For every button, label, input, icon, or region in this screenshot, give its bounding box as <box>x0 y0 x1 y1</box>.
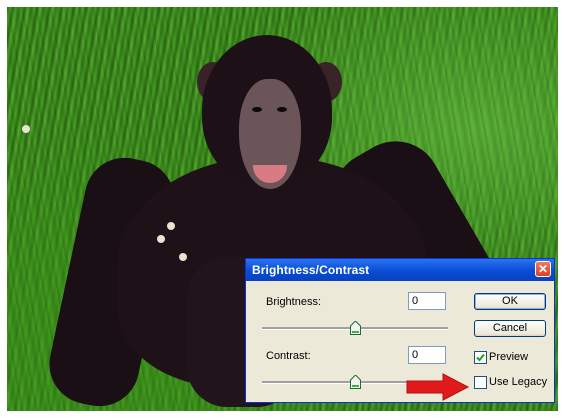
brightness-slider-thumb-icon[interactable] <box>349 321 361 335</box>
screenshot-stage: Brightness/Contrast ✕ Brightness: 0 Cont… <box>0 0 565 418</box>
dialog-title: Brightness/Contrast <box>252 263 370 277</box>
use-legacy-checkbox[interactable] <box>474 376 487 389</box>
red-arrow-icon <box>406 373 470 401</box>
chimp-left-eye <box>252 107 262 112</box>
preview-checkbox[interactable] <box>474 351 487 364</box>
white-flower <box>157 235 165 243</box>
cancel-button[interactable]: Cancel <box>474 320 546 337</box>
close-button[interactable]: ✕ <box>535 261 551 277</box>
white-flower <box>22 125 30 133</box>
white-flower <box>179 253 187 261</box>
preview-label: Preview <box>489 351 529 363</box>
contrast-input[interactable]: 0 <box>408 346 446 364</box>
checkmark-icon <box>476 353 485 362</box>
contrast-slider-thumb-icon[interactable] <box>349 375 361 389</box>
ok-button[interactable]: OK <box>474 293 546 310</box>
brightness-input[interactable]: 0 <box>408 292 446 310</box>
close-icon: ✕ <box>537 262 549 276</box>
white-flower <box>167 222 175 230</box>
dialog-titlebar[interactable]: Brightness/Contrast ✕ <box>246 259 554 281</box>
use-legacy-label: Use Legacy <box>489 376 548 388</box>
brightness-label: Brightness: <box>266 296 322 308</box>
contrast-label: Contrast: <box>266 350 311 362</box>
chimp-right-eye <box>277 107 287 112</box>
brightness-contrast-dialog: Brightness/Contrast ✕ Brightness: 0 Cont… <box>245 258 555 403</box>
